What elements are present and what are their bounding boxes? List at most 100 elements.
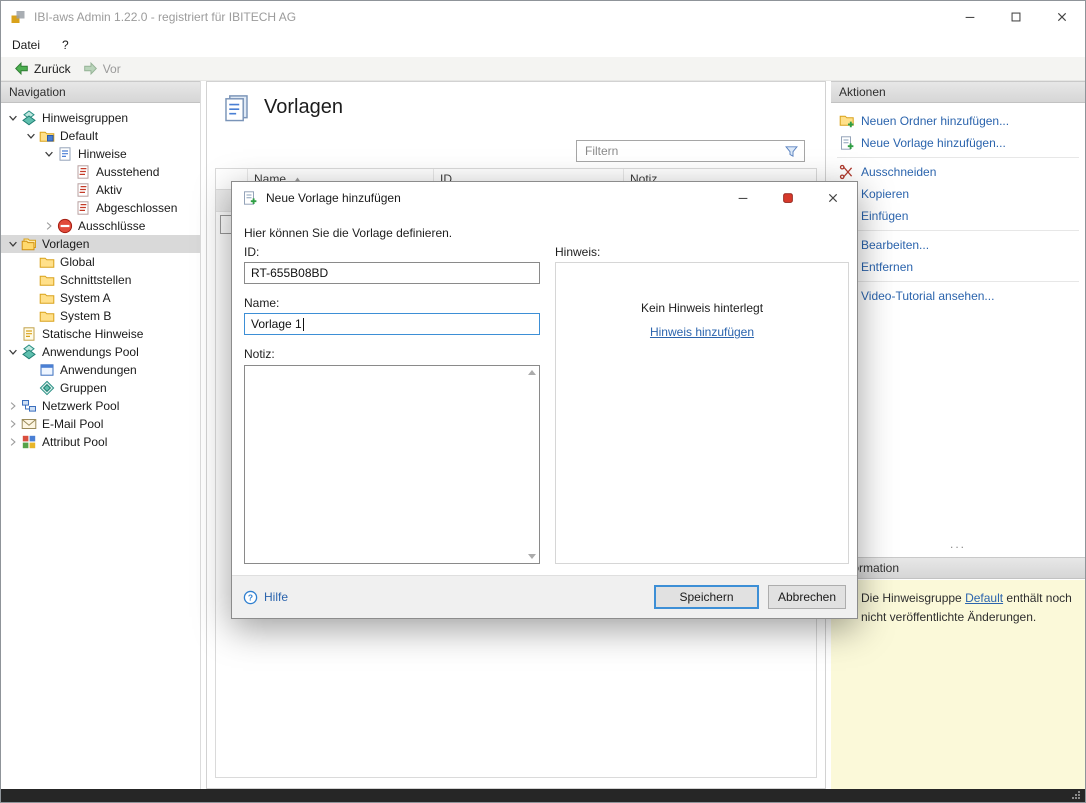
tree-item-hinweisgruppen[interactable]: Hinweisgruppen <box>1 109 200 127</box>
dialog-title-bar: Neue Vorlage hinzufügen <box>232 182 857 214</box>
menu-help[interactable]: ? <box>51 32 80 57</box>
email-pool-icon <box>21 416 37 432</box>
action-paste[interactable]: Einfügen <box>831 205 1085 227</box>
back-label: Zurück <box>34 62 71 76</box>
tree-item-abgeschlossen[interactable]: Abgeschlossen <box>1 199 200 217</box>
navigation-header: Navigation <box>1 81 200 103</box>
id-field[interactable] <box>244 262 540 284</box>
filter-input[interactable] <box>577 144 784 158</box>
cancel-button[interactable]: Abbrechen <box>768 585 846 609</box>
add-hinweis-link[interactable]: Hinweis hinzufügen <box>650 325 754 339</box>
tree-item-anwendungen[interactable]: Anwendungen <box>1 361 200 379</box>
action-cut[interactable]: Ausschneiden <box>831 161 1085 183</box>
tree-item-email-pool[interactable]: E-Mail Pool <box>1 415 200 433</box>
dialog-description: Hier können Sie die Vorlage definieren. <box>244 226 452 240</box>
tree-item-vorlagen[interactable]: Vorlagen <box>1 235 200 253</box>
cut-icon <box>839 164 855 180</box>
separator <box>837 157 1079 158</box>
action-edit[interactable]: Bearbeiten... <box>831 234 1085 256</box>
action-remove[interactable]: Entfernen <box>831 256 1085 278</box>
action-copy[interactable]: Kopieren <box>831 183 1085 205</box>
tree-item-anwendungs-pool[interactable]: Anwendungs Pool <box>1 343 200 361</box>
dialog-minimize-button[interactable] <box>729 187 757 209</box>
name-field[interactable]: Vorlage 1 <box>244 313 540 335</box>
actions-list: Neuen Ordner hinzufügen... Neue Vorlage … <box>831 103 1085 307</box>
help-icon <box>243 590 258 605</box>
new-folder-icon <box>839 113 855 129</box>
maximize-icon <box>1009 10 1023 24</box>
status-bar <box>1 789 1085 802</box>
tree-item-statische-hinweise[interactable]: Statische Hinweise <box>1 325 200 343</box>
tree-item-attribut-pool[interactable]: Attribut Pool <box>1 433 200 451</box>
toolbar: Zurück Vor <box>1 57 1085 81</box>
tree-item-label: Ausschlüsse <box>78 219 145 233</box>
tree-item-system-a[interactable]: System A <box>1 289 200 307</box>
chevron-down-icon[interactable] <box>7 238 19 250</box>
chevron-down-icon[interactable] <box>25 130 37 142</box>
folder-icon <box>39 308 55 324</box>
applications-icon <box>39 362 55 378</box>
id-label: ID: <box>244 245 259 259</box>
hinweis-box: Kein Hinweis hinterlegt Hinweis hinzufüg… <box>555 262 849 564</box>
action-new-folder[interactable]: Neuen Ordner hinzufügen... <box>831 110 1085 132</box>
tree-item-ausstehend[interactable]: Ausstehend <box>1 163 200 181</box>
close-icon <box>826 191 840 205</box>
dialog-close-button[interactable] <box>819 187 847 209</box>
scroll-up-icon[interactable] <box>528 370 536 375</box>
tree-item-aktiv[interactable]: Aktiv <box>1 181 200 199</box>
active-hints-icon <box>75 182 91 198</box>
chevron-right-icon[interactable] <box>7 436 19 448</box>
tree-item-global[interactable]: Global <box>1 253 200 271</box>
minimize-icon <box>736 191 750 205</box>
notiz-field-wrap <box>244 365 540 564</box>
tree-item-label: Vorlagen <box>42 237 89 251</box>
chevron-down-icon[interactable] <box>7 346 19 358</box>
save-button[interactable]: Speichern <box>654 585 759 609</box>
notiz-field[interactable] <box>245 366 539 563</box>
dialog-controls <box>729 187 857 209</box>
tree-item-label: Global <box>60 255 95 269</box>
back-button[interactable]: Zurück <box>8 58 77 80</box>
action-video-tutorial[interactable]: Video-Tutorial ansehen... <box>831 285 1085 307</box>
dialog-title: Neue Vorlage hinzufügen <box>266 191 401 205</box>
tree-item-gruppen[interactable]: Gruppen <box>1 379 200 397</box>
page-header: Vorlagen <box>222 93 343 122</box>
default-group-link[interactable]: Default <box>965 591 1003 605</box>
chevron-down-icon[interactable] <box>43 148 55 160</box>
folder-icon <box>39 254 55 270</box>
menu-datei[interactable]: Datei <box>1 32 51 57</box>
minimize-button[interactable] <box>947 1 993 32</box>
tree-item-ausschluesse[interactable]: Ausschlüsse <box>1 217 200 235</box>
tree-item-label: Netzwerk Pool <box>42 399 119 413</box>
chevron-right-icon[interactable] <box>7 418 19 430</box>
tree-item-label: Gruppen <box>60 381 107 395</box>
tree-item-schnittstellen[interactable]: Schnittstellen <box>1 271 200 289</box>
tree-item-hinweise[interactable]: Hinweise <box>1 145 200 163</box>
resize-grip[interactable] <box>1072 791 1081 800</box>
dialog-footer: Hilfe Speichern Abbrechen <box>232 575 857 618</box>
window-title: IBI-aws Admin 1.22.0 - registriert für I… <box>34 10 296 24</box>
filter-icon[interactable] <box>784 144 799 159</box>
dialog-maximize-button[interactable] <box>774 187 802 209</box>
chevron-right-icon[interactable] <box>7 400 19 412</box>
maximize-button[interactable] <box>993 1 1039 32</box>
name-label: Name: <box>244 296 279 310</box>
tree-item-netzwerk-pool[interactable]: Netzwerk Pool <box>1 397 200 415</box>
window-controls <box>947 1 1085 32</box>
chevron-down-icon[interactable] <box>7 112 19 124</box>
help-link[interactable]: Hilfe <box>243 590 288 605</box>
tree-item-system-b[interactable]: System B <box>1 307 200 325</box>
maximize-red-icon <box>781 191 795 205</box>
close-button[interactable] <box>1039 1 1085 32</box>
app-window: IBI-aws Admin 1.22.0 - registriert für I… <box>0 0 1086 803</box>
tree-item-label: Ausstehend <box>96 165 159 179</box>
chevron-right-icon[interactable] <box>43 220 55 232</box>
action-new-template[interactable]: Neue Vorlage hinzufügen... <box>831 132 1085 154</box>
forward-button[interactable]: Vor <box>77 58 127 80</box>
tree-item-label: Attribut Pool <box>42 435 107 449</box>
separator <box>837 281 1079 282</box>
tree-item-label: Schnittstellen <box>60 273 131 287</box>
scroll-down-icon[interactable] <box>528 554 536 559</box>
tree-item-default[interactable]: Default <box>1 127 200 145</box>
tree-item-label: System A <box>60 291 111 305</box>
